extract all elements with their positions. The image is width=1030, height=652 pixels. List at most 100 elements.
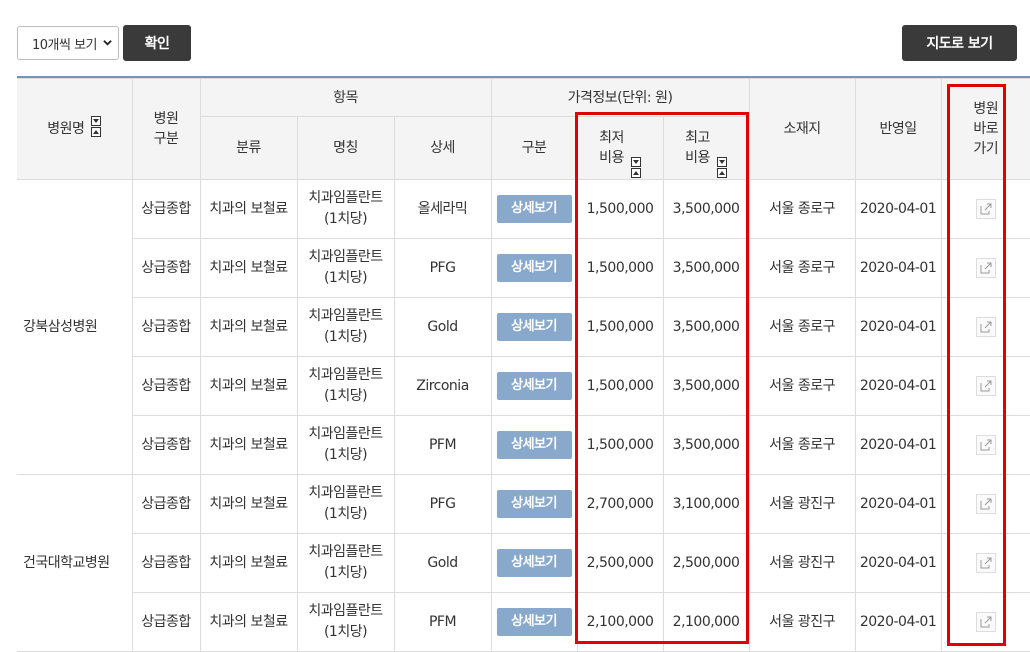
external-link-icon[interactable] [975, 611, 996, 632]
detail-cell: Gold [393, 533, 492, 593]
detail-view-button[interactable]: 상세보기 [496, 313, 572, 341]
hospital-type-cell: 상급종합 [131, 179, 201, 239]
go-hospital-cell [940, 415, 1030, 475]
category-cell: 치과의 보철료 [199, 297, 298, 357]
detail-cell: PFM [393, 592, 492, 652]
division-cell: 상세보기 [490, 474, 578, 534]
reflect-date-cell: 2020-04-01 [854, 356, 942, 416]
toolbar: 10개씩 보기 확인 지도로 보기 [0, 0, 1030, 76]
location-cell: 서울 종로구 [748, 297, 856, 357]
detail-view-button[interactable]: 상세보기 [496, 431, 572, 459]
header-go-hospital: 병원 바로 가기 [940, 78, 1030, 180]
hospital-type-cell: 상급종합 [132, 356, 201, 416]
division-cell: 상세보기 [490, 238, 578, 298]
max-cost-cell: 3,500,000 [662, 297, 750, 357]
detail-cell: 올세라믹 [393, 179, 492, 239]
go-hospital-cell [940, 238, 1030, 298]
hospital-name-cell: 건국대학교병원 [17, 474, 133, 652]
chevron-down-icon [103, 40, 112, 46]
sort-up-icon[interactable] [716, 167, 727, 178]
detail-view-button[interactable]: 상세보기 [496, 195, 572, 223]
max-cost-cell: 3,500,000 [662, 238, 750, 298]
detail-cell: PFG [393, 238, 492, 298]
name-cell: 치과임플란트 (1치당) [296, 356, 395, 416]
category-cell: 치과의 보철료 [199, 238, 298, 298]
hospital-type-cell: 상급종합 [132, 592, 201, 652]
external-link-icon[interactable] [975, 434, 996, 455]
name-cell: 치과임플란트 (1치당) [296, 297, 395, 357]
max-cost-cell: 3,500,000 [662, 356, 750, 416]
hospital-type-cell: 상급종합 [132, 415, 201, 475]
location-cell: 서울 광진구 [748, 592, 856, 652]
detail-cell: Gold [393, 297, 492, 357]
min-cost-cell: 1,500,000 [576, 415, 664, 475]
category-cell: 치과의 보철료 [199, 474, 298, 534]
price-table-container: 병원명 병원 구분 항목 가격정보(단위: 원) 소재지 반영일 병원 바로 가… [17, 76, 1030, 652]
name-cell: 치과임플란트 (1치당) [296, 415, 395, 475]
detail-cell: Zirconia [393, 356, 492, 416]
sort-down-icon[interactable] [91, 116, 102, 126]
header-detail: 상세 [393, 116, 492, 180]
max-cost-cell: 2,100,000 [662, 592, 750, 652]
sort-icons[interactable] [716, 156, 727, 179]
table-row: 상급종합 치과의 보철료 치과임플란트 (1치당) PFG 상세보기 1,500,000 3… [17, 238, 1030, 298]
detail-view-button[interactable]: 상세보기 [496, 254, 572, 282]
category-cell: 치과의 보철료 [199, 533, 298, 593]
external-link-icon[interactable] [975, 257, 996, 278]
confirm-button[interactable]: 확인 [123, 25, 191, 61]
sort-up-icon[interactable] [630, 167, 641, 178]
detail-cell: PFM [393, 415, 492, 475]
category-cell: 치과의 보철료 [199, 356, 298, 416]
header-hospital-name-label: 병원명 [47, 121, 85, 137]
external-link-icon[interactable] [975, 316, 996, 337]
sort-down-icon[interactable] [630, 156, 641, 167]
name-cell: 치과임플란트 (1치당) [296, 179, 395, 239]
name-cell: 치과임플란트 (1치당) [296, 474, 395, 534]
reflect-date-cell: 2020-04-01 [854, 179, 942, 239]
header-price-group: 가격정보(단위: 원) [490, 78, 750, 117]
header-min-cost: 최저 비용 [576, 116, 664, 180]
map-view-button[interactable]: 지도로 보기 [902, 25, 1017, 61]
external-link-icon[interactable] [975, 552, 996, 573]
table-body: 강북삼성병원 상급종합 치과의 보철료 치과임플란트 (1치당) 올세라믹 상세보기 1,5… [17, 179, 1030, 652]
reflect-date-cell: 2020-04-01 [854, 533, 942, 593]
location-cell: 서울 광진구 [748, 474, 856, 534]
division-cell: 상세보기 [490, 297, 578, 357]
go-hospital-cell [940, 297, 1030, 357]
min-cost-cell: 2,100,000 [576, 592, 664, 652]
location-cell: 서울 종로구 [748, 179, 856, 239]
external-link-icon[interactable] [975, 375, 996, 396]
header-max-cost: 최고 비용 [662, 116, 750, 180]
external-link-icon[interactable] [975, 198, 996, 219]
page-size-select[interactable]: 10개씩 보기 [17, 26, 119, 60]
page-size-value: 10개씩 보기 [32, 37, 96, 53]
header-max-cost-label: 최고 비용 [685, 129, 710, 166]
sort-icons[interactable] [91, 116, 102, 138]
detail-cell: PFG [393, 474, 492, 534]
detail-view-button[interactable]: 상세보기 [496, 549, 572, 577]
division-cell: 상세보기 [490, 356, 578, 416]
go-hospital-cell [940, 179, 1030, 239]
header-location: 소재지 [748, 78, 856, 180]
detail-view-button[interactable]: 상세보기 [496, 372, 572, 400]
header-reflect-date: 반영일 [854, 78, 942, 180]
external-link-icon[interactable] [975, 493, 996, 514]
detail-view-button[interactable]: 상세보기 [496, 608, 572, 636]
hospital-type-cell: 상급종합 [132, 238, 201, 298]
min-cost-cell: 1,500,000 [576, 356, 664, 416]
table-row: 상급종합 치과의 보철료 치과임플란트 (1치당) PFM 상세보기 2,100,000 2… [17, 592, 1030, 652]
sort-down-icon[interactable] [716, 156, 727, 167]
location-cell: 서울 광진구 [748, 533, 856, 593]
sort-icons[interactable] [630, 156, 641, 179]
sort-up-icon[interactable] [91, 127, 102, 137]
table-row: 건국대학교병원 상급종합 치과의 보철료 치과임플란트 (1치당) PFG 상세보기 2,7… [17, 474, 1030, 652]
detail-view-button[interactable]: 상세보기 [496, 490, 572, 518]
location-cell: 서울 종로구 [748, 238, 856, 298]
header-hospital-type: 병원 구분 [131, 78, 201, 180]
max-cost-cell: 3,500,000 [662, 415, 750, 475]
location-cell: 서울 종로구 [748, 356, 856, 416]
max-cost-cell: 3,500,000 [662, 179, 750, 239]
category-cell: 치과의 보철료 [199, 179, 298, 239]
division-cell: 상세보기 [490, 592, 578, 652]
category-cell: 치과의 보철료 [199, 415, 298, 475]
